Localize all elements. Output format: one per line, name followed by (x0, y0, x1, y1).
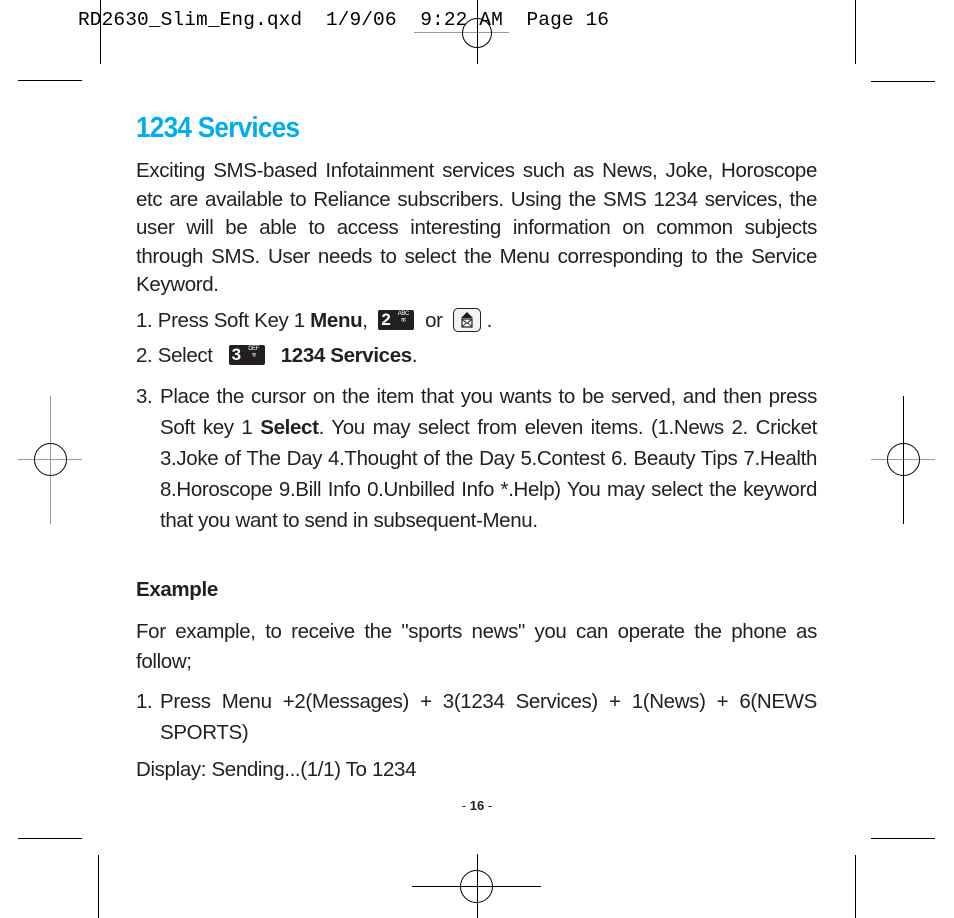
or-text: or (425, 309, 443, 332)
key-letters: DEF च (247, 346, 261, 360)
key-letters-latin: ABC (397, 310, 410, 317)
example-paragraph: For example, to receive the "sports news… (136, 620, 817, 673)
page-number-dash: - (461, 798, 470, 813)
period: . (486, 309, 493, 332)
crop-mark (855, 855, 856, 918)
services-label: 1234 Services (280, 344, 412, 367)
key-2-abc-icon: 2 ABC क (378, 309, 415, 330)
crop-mark (871, 81, 935, 82)
display-text: Display: Sending...(1/1) To 1234 (136, 758, 417, 781)
key-letters-hindi: च (251, 352, 256, 359)
crop-mark (100, 0, 101, 64)
key-letters: ABC क (396, 311, 410, 325)
message-key-icon (453, 307, 482, 332)
key-digit: 3 (231, 344, 241, 364)
key-letters-hindi: क (401, 317, 406, 324)
intro-paragraph: Exciting SMS-based Infotainment services… (136, 159, 817, 297)
step-3: 3. Place the cursor on the item that you… (136, 381, 817, 536)
crop-mark (98, 855, 99, 918)
comma: , (362, 309, 368, 332)
step-2: 2. Select 3 DEF च 1234 Services. (136, 344, 418, 368)
page-number-dash: - (484, 798, 493, 813)
example-heading: Example (136, 578, 218, 601)
crop-mark (18, 80, 82, 81)
key-letters-latin: DEF (248, 345, 260, 352)
step-3-text: Place the cursor on the item that you wa… (160, 381, 817, 536)
crop-mark (855, 0, 856, 64)
key-digit: 2 (381, 309, 391, 329)
crop-mark (871, 838, 935, 839)
select-label: Select (260, 416, 319, 439)
printer-slug: RD2630_Slim_Eng.qxd 1/9/06 9:22 AM Page … (78, 9, 610, 31)
step-3-number: 3. (136, 385, 153, 408)
page-number-value: 16 (469, 798, 485, 813)
key-3-def-icon: 3 DEF च (228, 344, 265, 365)
page-number: - 16 - (0, 798, 954, 813)
step-1: 1. Press Soft Key 1 Menu, 2 ABC क or . (136, 307, 493, 334)
example-step-number: 1. (136, 690, 153, 713)
page-title: 1234 Services (136, 112, 300, 144)
example-step-1: 1. Press Menu +2(Messages) + 3(1234 Serv… (136, 686, 817, 748)
example-step-text: Press Menu +2(Messages) + 3(1234 Service… (160, 690, 817, 744)
step-2-text: 2. Select (136, 344, 213, 367)
step-1-text: 1. Press Soft Key 1 (136, 309, 311, 332)
period: . (411, 344, 418, 367)
crop-mark (18, 838, 82, 839)
menu-label: Menu (310, 309, 363, 332)
